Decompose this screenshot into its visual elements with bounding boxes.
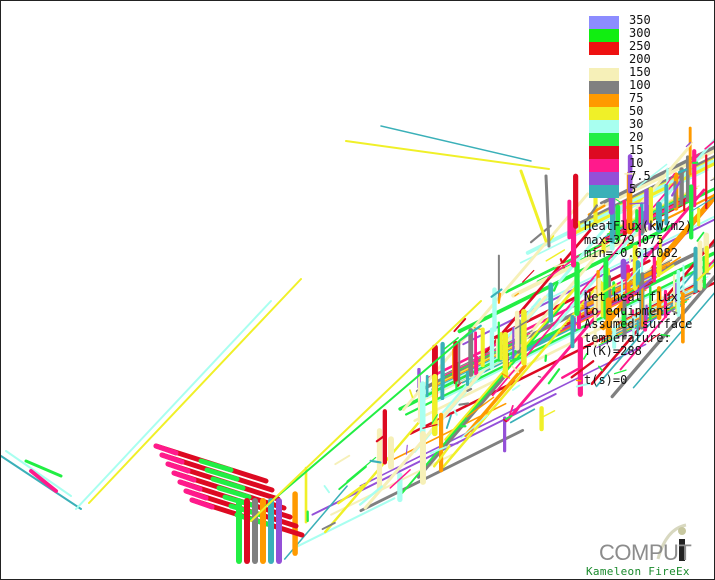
pipe-segment [1,455,82,510]
pipe-segment [88,278,302,504]
pipe-segment [519,169,548,243]
legend-swatch [589,185,619,198]
pipe-segment [171,470,197,483]
legend-swatch [589,133,619,146]
legend-swatch [589,81,619,94]
pipe-segment [445,414,452,429]
legend-swatch [589,120,619,133]
legend-swatch [589,107,619,120]
legend-swatch [589,16,619,29]
legend-entry: 7.5 [589,170,709,185]
pipe-segment [345,140,550,170]
pipe-segment [458,402,470,406]
legend-swatch [589,55,619,68]
legend-entry: 75 [589,92,709,107]
legend-entry: 5 [589,182,709,198]
pipe-segment [537,375,542,378]
legend-swatch [589,42,619,55]
product-name: Kameleon FireEx [586,565,690,578]
legend-swatch [589,68,619,81]
pipe-segment [5,450,72,497]
pipe-segment [177,479,203,492]
legend-swatch [589,159,619,172]
legend-entry: 20 [589,131,709,146]
pipe-segment [159,452,185,465]
pipe-segment [497,292,502,304]
pipe-segment [153,443,179,456]
legend-swatch [589,29,619,42]
pipe-segment [334,454,351,466]
pipe-segment [544,174,551,248]
pipe-segment [183,488,209,501]
legend-entry: 15 [589,144,709,159]
heatflux-range-text: HeatFlux(kW/m2) max=379.075 min=-0.61108… [584,219,693,260]
legend-swatch [589,94,619,107]
pipe-segment [189,497,215,510]
pipe-segment [295,497,396,548]
logo-wordmark: COMPUT [599,540,692,565]
pipe-segment [696,231,705,242]
pipe-segment [635,283,638,287]
legend-entry: 30 [589,118,709,133]
legend-entry: 50 [589,105,709,120]
pipe-segment [449,442,459,446]
legend-value: 5 [629,182,637,196]
visualization-window: 350 300 250 200 150 100 75 50 30 20 15 10 7.5 5 HeatF… [0,0,715,580]
pipe-segment [511,384,521,391]
assumption-note-text: Net heat flux to equipment. Assumed surf… [584,290,693,358]
legend-swatch [589,146,619,159]
pipe-segment [323,485,331,494]
computit-logo: COMPUT Kameleon FireEx [586,519,711,578]
legend-swatch [589,172,619,185]
time-readout: t(s)=0 [584,373,628,387]
pipe-segment [629,202,646,205]
pipe-segment [408,389,414,399]
legend-entry: 100 [589,79,709,94]
pipe-segment [165,461,191,474]
pipe-segment [29,469,58,493]
pipe-segment [577,220,581,230]
